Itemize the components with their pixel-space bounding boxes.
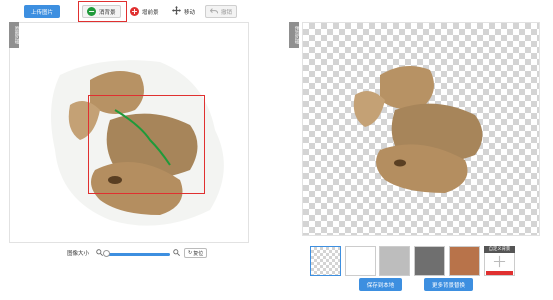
custom-background-label: 自定义背景 bbox=[484, 246, 515, 253]
plus-circle-icon: + bbox=[130, 6, 139, 16]
undo-button[interactable]: 撤销 bbox=[205, 5, 238, 18]
keep-foreground-label: 增前景 bbox=[142, 9, 159, 16]
zoom-in-icon[interactable] bbox=[173, 249, 180, 258]
swatch-light-gray[interactable] bbox=[379, 246, 410, 276]
preview-area-tag: 预览区域 bbox=[289, 22, 299, 48]
zoom-slider-handle[interactable] bbox=[103, 250, 110, 257]
zoom-slider[interactable] bbox=[108, 253, 170, 256]
upload-image-label: 上传图片 bbox=[30, 9, 53, 16]
reset-icon: ↻ bbox=[188, 250, 193, 256]
sandal-image-result bbox=[353, 66, 483, 193]
reset-label: 复位 bbox=[193, 250, 204, 257]
swatch-white[interactable] bbox=[345, 246, 376, 276]
keep-foreground-button[interactable]: + 增前景 bbox=[130, 5, 159, 18]
active-tool-highlight bbox=[78, 1, 127, 22]
original-area-tag: 原图区域 bbox=[9, 22, 19, 48]
reset-button[interactable]: ↻ 复位 bbox=[184, 248, 208, 258]
save-local-label: 保存到本地 bbox=[366, 282, 395, 289]
move-icon bbox=[172, 6, 181, 17]
plus-icon bbox=[493, 255, 506, 270]
move-button[interactable]: 移动 bbox=[172, 5, 195, 18]
more-backgrounds-label: 更多背景替换 bbox=[431, 282, 465, 289]
move-label: 移动 bbox=[184, 9, 196, 16]
upload-image-button[interactable]: 上传图片 bbox=[24, 5, 60, 18]
zoom-out-icon[interactable] bbox=[96, 249, 103, 258]
swatch-brown[interactable] bbox=[449, 246, 480, 276]
zoom-label: 图像大小 bbox=[67, 249, 89, 257]
swatch-transparent[interactable] bbox=[310, 246, 341, 276]
custom-background-bar bbox=[486, 271, 513, 275]
swatch-dark-gray[interactable] bbox=[414, 246, 445, 276]
more-backgrounds-button[interactable]: 更多背景替换 bbox=[424, 278, 473, 291]
save-local-button[interactable]: 保存到本地 bbox=[359, 278, 402, 291]
zoom-label-text: 图像大小 bbox=[67, 251, 90, 257]
undo-label: 撤销 bbox=[221, 9, 233, 16]
selection-rectangle[interactable] bbox=[88, 95, 205, 194]
undo-icon bbox=[209, 7, 219, 17]
